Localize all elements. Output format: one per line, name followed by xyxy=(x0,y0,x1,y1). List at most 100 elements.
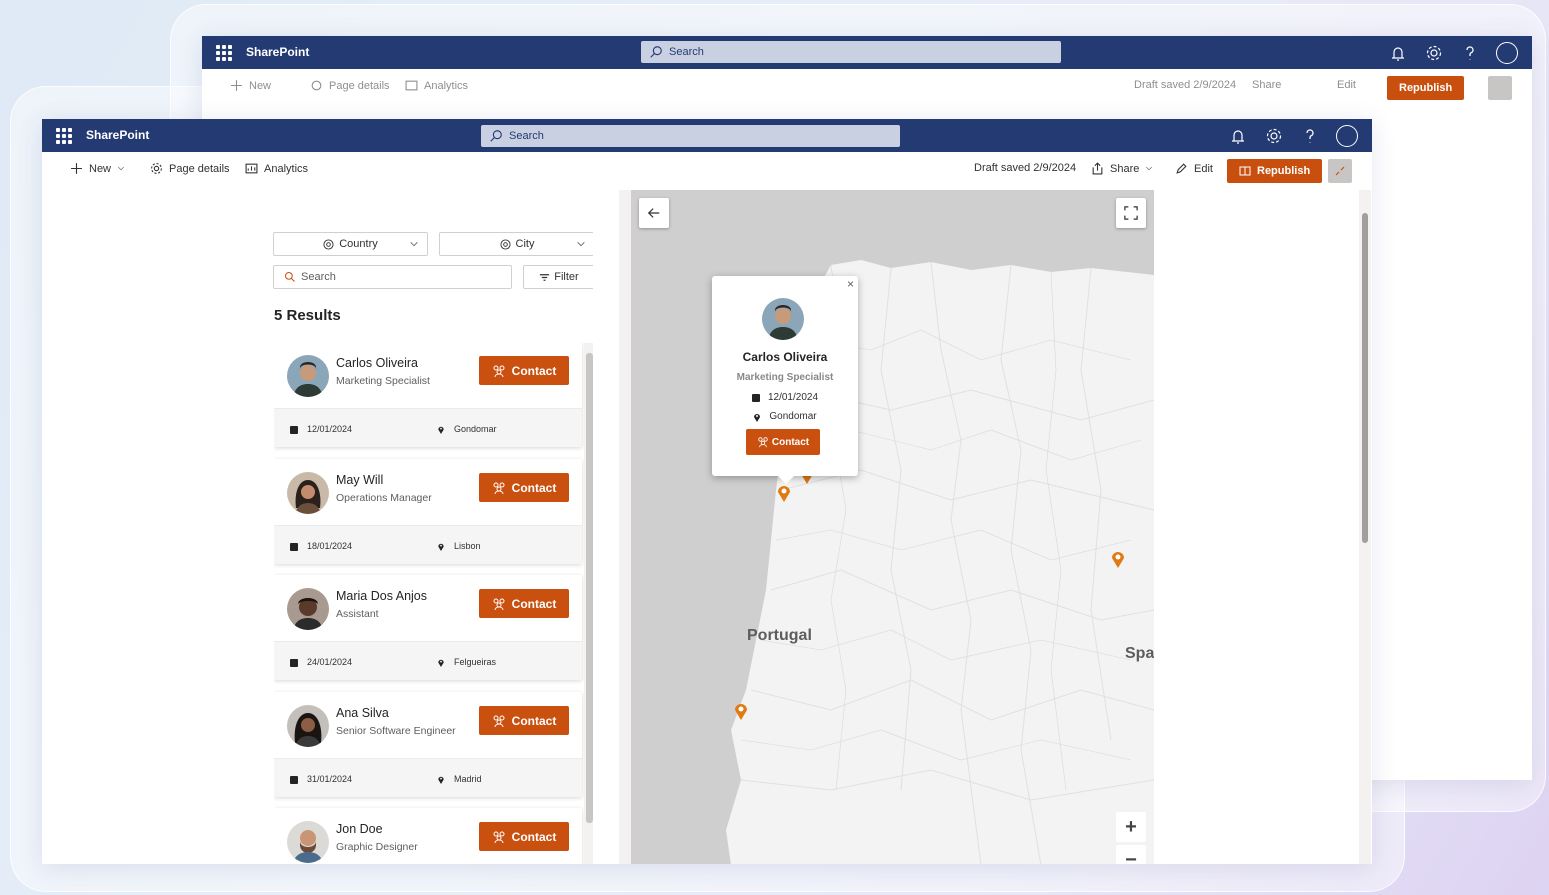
brand-name[interactable]: SharePoint xyxy=(246,45,309,59)
country-dropdown[interactable]: Country xyxy=(273,232,428,256)
contact-label: Contact xyxy=(511,713,557,728)
search-box[interactable]: Search xyxy=(641,41,1061,63)
avatar xyxy=(287,588,329,630)
popup-contact-label: Contact xyxy=(771,436,810,448)
contact-label: Contact xyxy=(511,480,557,495)
city-label: City xyxy=(515,238,535,250)
collapse-button[interactable] xyxy=(1328,159,1352,183)
person-name: Maria Dos Anjos xyxy=(336,589,428,603)
new-button[interactable]: New xyxy=(230,79,271,92)
date-meta: 31/01/2024 xyxy=(290,774,352,784)
list-scrollbar-thumb[interactable] xyxy=(586,353,593,823)
person-role: Marketing Specialist xyxy=(336,375,430,387)
app-launcher-icon[interactable] xyxy=(56,128,72,144)
analytics-label: Analytics xyxy=(424,79,469,92)
people-icon xyxy=(493,365,505,377)
analytics-button[interactable]: Analytics xyxy=(405,79,468,92)
fullscreen-icon xyxy=(1124,206,1138,220)
new-button[interactable]: New xyxy=(70,162,125,175)
date-text: 12/01/2024 xyxy=(307,424,353,434)
help-icon[interactable] xyxy=(1300,126,1320,146)
new-label: New xyxy=(249,79,272,92)
search-icon xyxy=(284,271,295,282)
account-avatar[interactable] xyxy=(1496,42,1518,64)
collapse-icon xyxy=(1335,166,1345,176)
location-icon xyxy=(499,238,511,250)
location-meta: Lisbon xyxy=(437,541,481,551)
contact-button[interactable]: Contact xyxy=(479,706,569,735)
page-scrollbar-thumb[interactable] xyxy=(1362,213,1368,543)
edit-button[interactable]: Edit xyxy=(1175,162,1213,175)
map-view[interactable]: Portugal Spa + − × Carlos Oliveira Marke… xyxy=(631,190,1154,864)
pencil-icon xyxy=(1176,163,1187,174)
zoom-in-button[interactable]: + xyxy=(1116,812,1146,842)
new-label: New xyxy=(89,162,112,175)
command-bar: New Page details Analytics Draft saved 2… xyxy=(42,152,1372,188)
map-pin-icon[interactable] xyxy=(1111,550,1125,568)
date-meta: 24/01/2024 xyxy=(290,657,352,667)
account-avatar[interactable] xyxy=(1336,125,1358,147)
bell-icon[interactable] xyxy=(1228,126,1248,146)
avatar xyxy=(287,705,329,747)
person-name: Jon Doe xyxy=(336,822,383,836)
gear-icon[interactable] xyxy=(1424,43,1444,63)
page-details-button[interactable]: Page details xyxy=(150,162,230,175)
popup-date-text: 12/01/2024 xyxy=(767,392,819,403)
chevron-down-icon xyxy=(118,166,124,171)
filter-button[interactable]: Filter xyxy=(523,265,593,289)
bell-icon[interactable] xyxy=(1388,43,1408,63)
panel-divider xyxy=(619,190,631,864)
person-card: May Will Operations Manager Contact 18/0… xyxy=(274,459,582,564)
close-icon[interactable]: × xyxy=(847,277,854,291)
map-pin-icon[interactable] xyxy=(777,484,791,502)
share-button[interactable]: Share xyxy=(1252,79,1281,91)
plus-icon xyxy=(231,80,242,91)
contact-button[interactable]: Contact xyxy=(479,822,569,851)
people-icon xyxy=(493,715,505,727)
page-details-button[interactable]: Page details xyxy=(310,79,390,92)
person-card: Ana Silva Senior Software Engineer Conta… xyxy=(274,692,582,797)
chevron-down-icon xyxy=(577,242,585,247)
person-role: Senior Software Engineer xyxy=(336,725,456,737)
map-pin-icon xyxy=(438,776,444,784)
popup-contact-button[interactable]: Contact xyxy=(746,429,820,455)
search-icon xyxy=(650,46,662,58)
contact-button[interactable]: Contact xyxy=(479,356,569,385)
analytics-button[interactable]: Analytics xyxy=(245,162,308,175)
contact-button[interactable]: Contact xyxy=(479,473,569,502)
edit-button[interactable]: Edit xyxy=(1337,79,1356,91)
contact-button[interactable]: Contact xyxy=(479,589,569,618)
date-text: 18/01/2024 xyxy=(307,541,353,551)
share-button[interactable]: Share xyxy=(1091,162,1153,175)
location-meta: Gondomar xyxy=(437,424,497,434)
fullscreen-button[interactable] xyxy=(1116,198,1146,228)
people-search-input[interactable]: Search xyxy=(273,265,512,289)
popup-role: Marketing Specialist xyxy=(736,372,834,383)
person-name: Ana Silva xyxy=(336,706,389,720)
brand-name[interactable]: SharePoint xyxy=(86,128,149,142)
person-card: Carlos Oliveira Marketing Specialist Con… xyxy=(274,342,582,447)
app-launcher-icon[interactable] xyxy=(216,45,232,61)
map-pin-icon[interactable] xyxy=(734,702,748,720)
suite-bar: SharePoint Search xyxy=(42,119,1372,152)
back-button[interactable] xyxy=(639,198,669,228)
right-rail xyxy=(1154,190,1371,864)
zoom-out-button[interactable]: − xyxy=(1116,845,1146,864)
map-pin-icon xyxy=(438,543,444,551)
republish-label: Republish xyxy=(1257,165,1311,177)
person-name: May Will xyxy=(336,473,384,487)
avatar xyxy=(287,355,329,397)
help-icon[interactable] xyxy=(1460,43,1480,63)
people-icon xyxy=(493,482,505,494)
person-card: Maria Dos Anjos Assistant Contact 24/01/… xyxy=(274,575,582,680)
republish-label: Republish xyxy=(1399,82,1453,94)
search-box[interactable]: Search xyxy=(481,125,900,147)
share-label: Share xyxy=(1110,162,1140,175)
city-dropdown[interactable]: City xyxy=(439,232,593,256)
zoom-out-label: − xyxy=(1125,848,1137,865)
calendar-icon xyxy=(290,542,298,551)
gear-icon[interactable] xyxy=(1264,126,1284,146)
republish-button[interactable]: Republish xyxy=(1387,76,1465,100)
republish-button[interactable]: Republish xyxy=(1227,159,1323,183)
collapse-button[interactable] xyxy=(1488,76,1512,100)
